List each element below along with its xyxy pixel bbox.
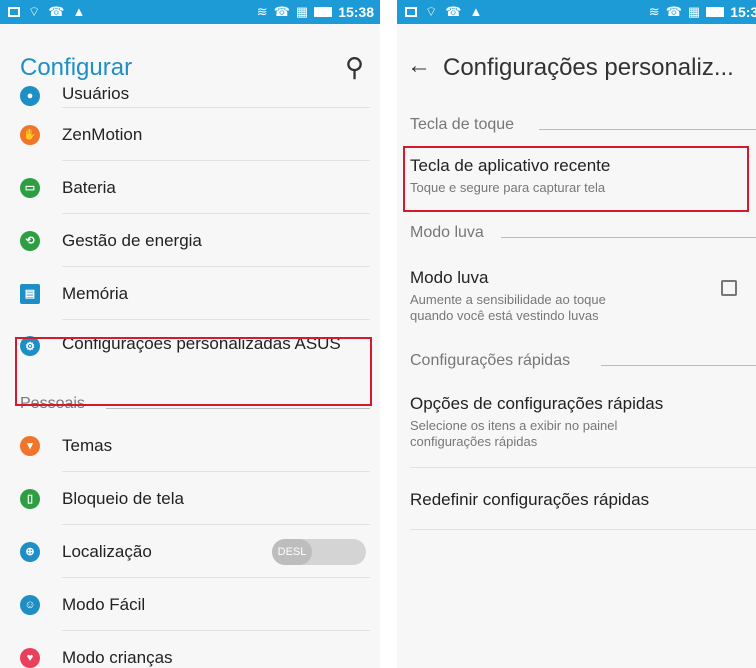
setting-subtitle: Selecione os itens a exibir no painel co… [410,418,618,449]
notification-icon [405,7,417,17]
back-arrow-icon[interactable]: ← [407,52,431,80]
warning-icon: ▲ [72,4,86,19]
toggle-knob: DESL [272,539,312,565]
list-item-label: Usuários [62,84,130,103]
list-item-memoria[interactable]: ▤ Memória [0,267,380,320]
clock: 15:38 [730,4,756,20]
quick-settings-options[interactable]: Opções de configurações rápidas Selecion… [397,370,756,468]
no-sim-icon: ▦ [687,4,701,19]
reset-quick-settings[interactable]: Redefinir configurações rápidas [397,468,756,530]
asus-custom-settings-panel: ⌔ ☎ ▲ ≋ ☎ ▦ 15:38 ← Configurações person… [397,0,756,668]
list-item-label: Localização [62,541,152,561]
setting-title: Redefinir configurações rápidas [410,490,650,509]
app-bar: Configurar ⚲ [0,24,380,94]
list-item-label: Memória [62,283,129,303]
page-title: Configurações personaliz... [443,54,734,81]
memory-icon: ▤ [20,283,40,304]
battery-icon [314,7,333,17]
battery-settings-icon: ▭ [20,177,40,198]
cast-icon: ⌔ [425,4,438,19]
highlight-box [403,146,749,212]
phone-icon: ☎ [48,4,65,19]
notification-icon [8,7,20,17]
power-management-icon: ⟲ [20,230,40,251]
list-item-label: Bateria [62,177,116,197]
list-item-modo-facil[interactable]: ☺ Modo Fácil [0,578,380,631]
section-divider [601,365,756,366]
glove-mode-setting[interactable]: Modo luva Aumente a sensibilidade ao toq… [397,242,756,330]
zenmotion-icon: ✋ [20,124,40,145]
section-divider [106,408,370,409]
themes-icon: ▾ [20,435,40,456]
easy-mode-icon: ☺ [20,594,40,615]
section-title: Configurações rápidas [410,352,571,369]
highlight-box [15,337,372,406]
clock: 15:38 [338,4,374,20]
list-item-usuarios[interactable]: ● Usuários [0,84,380,108]
list-item-bateria[interactable]: ▭ Bateria [0,161,380,214]
settings-panel: ⌔ ☎ ▲ ≋ ☎ ▦ 15:38 Configurar ⚲ ● Usuário… [0,0,380,668]
list-item-localizacao[interactable]: ⊕ Localização DESL [0,525,380,578]
section-divider [539,129,756,130]
list-item-zenmotion[interactable]: ✋ ZenMotion [0,108,380,161]
phone-icon: ☎ [445,4,462,19]
users-icon: ● [20,86,40,106]
status-bar: ⌔ ☎ ▲ ≋ ☎ ▦ 15:38 [0,0,380,24]
cast-icon: ⌔ [28,4,41,19]
no-sim-icon: ▦ [295,4,309,19]
list-item-label: Modo Fácil [62,594,146,614]
call-icon: ☎ [273,4,290,19]
glove-mode-checkbox[interactable] [721,280,737,296]
list-item-label: Temas [62,435,113,455]
section-title: Tecla de toque [410,116,515,133]
setting-title: Opções de configurações rápidas [410,394,664,413]
divider [410,529,756,530]
lock-screen-icon: ▯ [20,488,40,509]
section-title: Modo luva [410,224,484,241]
nfc-wifi-icon: ≋ [256,4,268,19]
setting-subtitle: Aumente a sensibilidade ao toque quando … [410,292,606,323]
list-item-label: Modo crianças [62,647,173,667]
search-icon[interactable]: ⚲ [345,52,364,83]
list-item-modo-criancas[interactable]: ♥ Modo crianças [0,631,380,668]
list-item-label: ZenMotion [62,124,143,144]
app-bar: ← Configurações personaliz... [397,24,756,94]
warning-icon: ▲ [469,4,483,19]
section-header-tecla-toque: Tecla de toque [397,94,756,134]
list-item-bloqueio-tela[interactable]: ▯ Bloqueio de tela [0,472,380,525]
page-title: Configurar [20,54,133,81]
setting-title: Modo luva [410,268,489,287]
section-divider [501,237,756,238]
location-toggle[interactable]: DESL [272,539,366,565]
list-item-label: Bloqueio de tela [62,488,184,508]
list-item-label: Gestão de energia [62,230,202,250]
section-header-config-rapidas: Configurações rápidas [397,330,756,370]
battery-icon [706,7,725,17]
call-icon: ☎ [665,4,682,19]
nfc-wifi-icon: ≋ [648,4,660,19]
location-icon: ⊕ [20,541,40,562]
list-item-gestao-energia[interactable]: ⟲ Gestão de energia [0,214,380,267]
kids-mode-icon: ♥ [20,647,40,668]
status-bar: ⌔ ☎ ▲ ≋ ☎ ▦ 15:38 [397,0,756,24]
list-item-temas[interactable]: ▾ Temas [0,419,380,472]
